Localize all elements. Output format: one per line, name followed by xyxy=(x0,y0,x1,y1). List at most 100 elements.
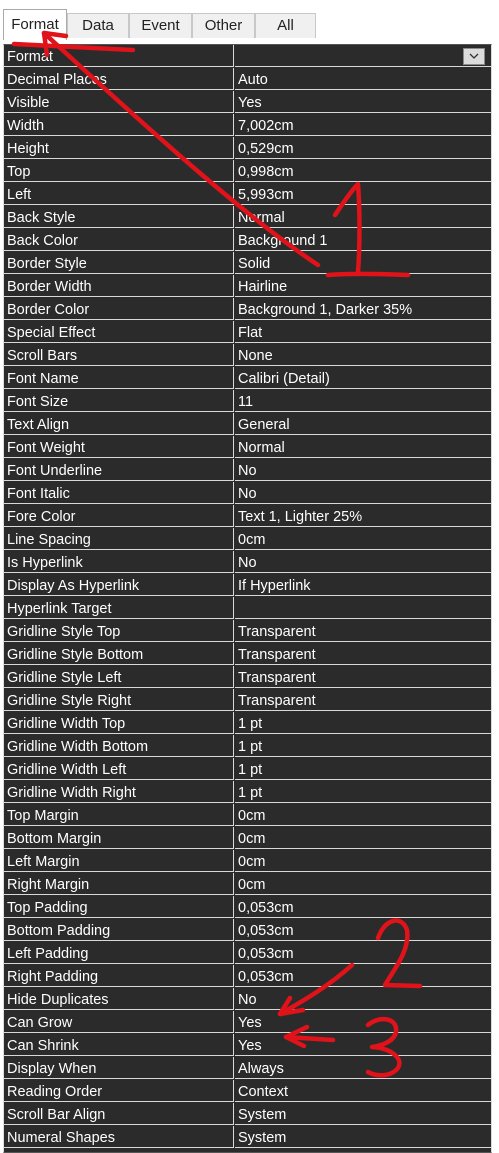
property-row[interactable]: Hide Duplicates No xyxy=(4,988,491,1011)
property-row[interactable]: Is Hyperlink No xyxy=(4,551,491,574)
property-value[interactable]: Flat xyxy=(235,321,491,343)
property-row[interactable]: Scroll Bar Align System xyxy=(4,1103,491,1126)
property-row[interactable]: Width 7,002cm xyxy=(4,114,491,137)
property-row[interactable]: Left 5,993cm xyxy=(4,183,491,206)
property-row[interactable]: Bottom Padding 0,053cm xyxy=(4,919,491,942)
property-value[interactable]: 0,998cm xyxy=(235,160,491,182)
property-value[interactable]: System xyxy=(235,1126,491,1148)
property-value[interactable]: General xyxy=(235,413,491,435)
property-row[interactable]: Back Color Background 1 xyxy=(4,229,491,252)
property-value[interactable]: None xyxy=(235,344,491,366)
property-value[interactable]: 1 pt xyxy=(235,758,491,780)
tab-data[interactable]: Data xyxy=(67,13,129,38)
property-row[interactable]: Scroll Bars None xyxy=(4,344,491,367)
property-row[interactable]: Fore Color Text 1, Lighter 25% xyxy=(4,505,491,528)
property-value[interactable]: Always xyxy=(235,1057,491,1079)
property-value[interactable]: 0cm xyxy=(235,528,491,550)
property-value[interactable]: 0,053cm xyxy=(235,942,491,964)
property-row[interactable]: Display When Always xyxy=(4,1057,491,1080)
property-row[interactable]: Top Padding 0,053cm xyxy=(4,896,491,919)
property-row[interactable]: Text Align General xyxy=(4,413,491,436)
property-value[interactable]: No xyxy=(235,482,491,504)
property-row[interactable]: Font Italic No xyxy=(4,482,491,505)
property-value[interactable]: 1 pt xyxy=(235,712,491,734)
property-value[interactable]: Text 1, Lighter 25% xyxy=(235,505,491,527)
property-row[interactable]: Reading Order Context xyxy=(4,1080,491,1103)
property-value[interactable]: 0cm xyxy=(235,850,491,872)
property-value[interactable]: 5,993cm xyxy=(235,183,491,205)
property-row[interactable]: Gridline Width Left 1 pt xyxy=(4,758,491,781)
property-value[interactable]: Transparent xyxy=(235,666,491,688)
property-value[interactable]: Yes xyxy=(235,91,491,113)
property-value[interactable]: 1 pt xyxy=(235,781,491,803)
property-value[interactable]: Context xyxy=(235,1080,491,1102)
property-value[interactable]: 0cm xyxy=(235,827,491,849)
property-value[interactable]: 0,053cm xyxy=(235,919,491,941)
property-value[interactable]: If Hyperlink xyxy=(235,574,491,596)
property-value[interactable]: Hairline xyxy=(235,275,491,297)
property-value[interactable]: 0,529cm xyxy=(235,137,491,159)
property-value[interactable]: 0cm xyxy=(235,873,491,895)
property-row[interactable]: Visible Yes xyxy=(4,91,491,114)
property-row[interactable]: Gridline Style Bottom Transparent xyxy=(4,643,491,666)
property-row[interactable]: Hyperlink Target xyxy=(4,597,491,620)
property-row[interactable]: Gridline Width Top 1 pt xyxy=(4,712,491,735)
property-row[interactable]: Gridline Width Right 1 pt xyxy=(4,781,491,804)
property-value[interactable]: Background 1, Darker 35% xyxy=(235,298,491,320)
property-row[interactable]: Decimal Places Auto xyxy=(4,68,491,91)
property-row[interactable]: Format xyxy=(4,45,491,68)
property-value[interactable]: 11 xyxy=(235,390,491,412)
property-row[interactable]: Gridline Style Right Transparent xyxy=(4,689,491,712)
property-row[interactable]: Font Weight Normal xyxy=(4,436,491,459)
property-row[interactable]: Border Color Background 1, Darker 35% xyxy=(4,298,491,321)
property-value[interactable]: 1 pt xyxy=(235,735,491,757)
property-value[interactable]: 0cm xyxy=(235,804,491,826)
property-row[interactable]: Font Name Calibri (Detail) xyxy=(4,367,491,390)
format-dropdown-button[interactable] xyxy=(463,48,485,65)
property-row[interactable]: Line Spacing 0cm xyxy=(4,528,491,551)
property-value[interactable]: System xyxy=(235,1103,491,1125)
property-value[interactable]: Transparent xyxy=(235,620,491,642)
property-value[interactable]: Transparent xyxy=(235,689,491,711)
property-value[interactable]: Auto xyxy=(235,68,491,90)
property-row[interactable]: Border Width Hairline xyxy=(4,275,491,298)
property-value[interactable]: Yes xyxy=(235,1034,491,1056)
property-value[interactable]: Transparent xyxy=(235,643,491,665)
property-row[interactable]: Top Margin 0cm xyxy=(4,804,491,827)
property-row[interactable]: Left Margin 0cm xyxy=(4,850,491,873)
property-value[interactable]: Normal xyxy=(235,206,491,228)
property-row[interactable]: Font Underline No xyxy=(4,459,491,482)
property-row[interactable]: Gridline Style Top Transparent xyxy=(4,620,491,643)
property-row[interactable]: Top 0,998cm xyxy=(4,160,491,183)
property-value[interactable]: Yes xyxy=(235,1011,491,1033)
property-row[interactable]: Gridline Width Bottom 1 pt xyxy=(4,735,491,758)
property-value[interactable]: Solid xyxy=(235,252,491,274)
property-value[interactable]: No xyxy=(235,551,491,573)
property-row[interactable]: Right Margin 0cm xyxy=(4,873,491,896)
property-value[interactable] xyxy=(235,597,491,619)
property-value[interactable]: Normal xyxy=(235,436,491,458)
property-row[interactable]: Gridline Style Left Transparent xyxy=(4,666,491,689)
property-row[interactable]: Special Effect Flat xyxy=(4,321,491,344)
property-value[interactable]: 0,053cm xyxy=(235,896,491,918)
property-row[interactable]: Right Padding 0,053cm xyxy=(4,965,491,988)
property-value[interactable]: Background 1 xyxy=(235,229,491,251)
property-row[interactable]: Border Style Solid xyxy=(4,252,491,275)
tab-all[interactable]: All xyxy=(255,13,316,38)
property-row[interactable]: Can Grow Yes xyxy=(4,1011,491,1034)
property-value[interactable]: 0,053cm xyxy=(235,965,491,987)
property-row[interactable]: Back Style Normal xyxy=(4,206,491,229)
tab-other[interactable]: Other xyxy=(192,13,255,38)
property-row[interactable]: Height 0,529cm xyxy=(4,137,491,160)
property-row[interactable]: Bottom Margin 0cm xyxy=(4,827,491,850)
property-row[interactable]: Left Padding 0,053cm xyxy=(4,942,491,965)
property-value[interactable]: No xyxy=(235,459,491,481)
tab-event[interactable]: Event xyxy=(129,13,192,38)
property-row[interactable]: Can Shrink Yes xyxy=(4,1034,491,1057)
property-row[interactable]: Display As Hyperlink If Hyperlink xyxy=(4,574,491,597)
property-value[interactable] xyxy=(235,45,491,67)
property-value[interactable]: No xyxy=(235,988,491,1010)
tab-format[interactable]: Format xyxy=(3,9,67,40)
property-value[interactable]: Calibri (Detail) xyxy=(235,367,491,389)
property-value[interactable]: 7,002cm xyxy=(235,114,491,136)
